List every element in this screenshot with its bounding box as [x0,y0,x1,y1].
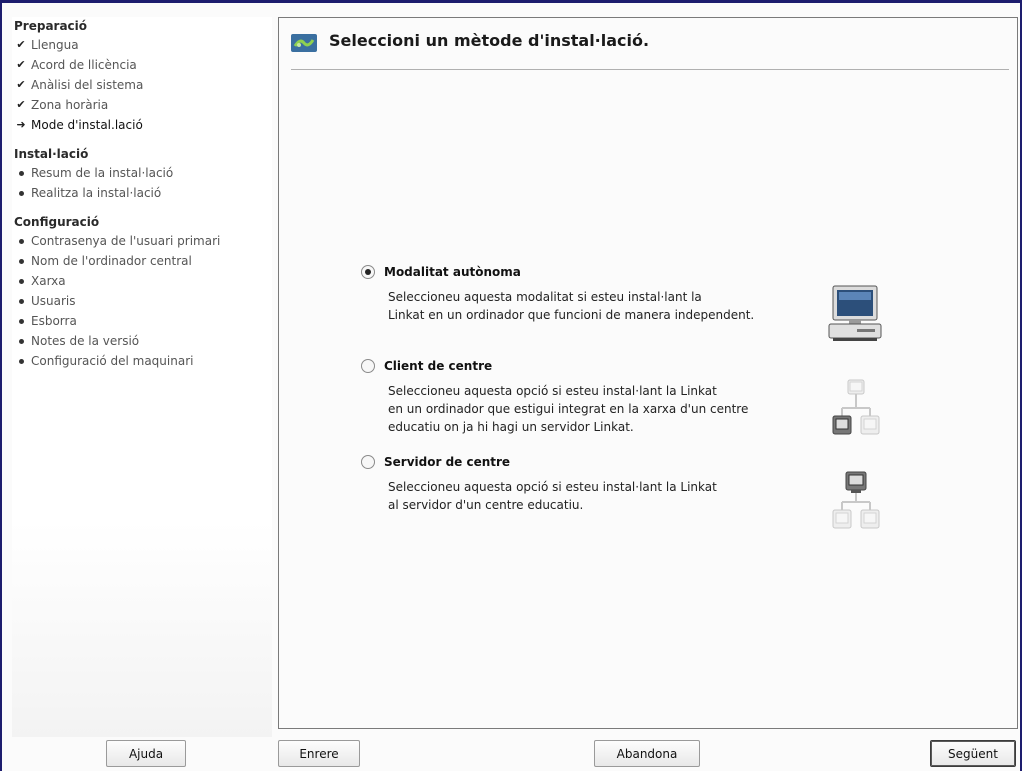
option-description: Seleccioneu aquesta modalitat si esteu i… [388,290,755,322]
option-label[interactable]: Client de centre [384,359,492,373]
step-label: Llengua [31,38,79,52]
step-label: Xarxa [31,274,66,288]
bullet-icon [18,338,24,344]
bullet-icon [18,190,24,196]
step-group-title: Preparació [14,19,88,33]
bullet-icon [18,258,24,264]
step-resum: Resum de la instal·lació [14,163,272,183]
step-usuaris: Usuaris [14,291,272,311]
next-button[interactable]: Següent [930,740,1016,767]
panel-header: Seleccioni un mètode d'instal·lació. [291,28,1009,68]
step-label: Realitza la instal·lació [31,186,162,200]
option-servidor[interactable]: Servidor de centre Seleccioneu aquesta o… [361,452,828,514]
radio-client[interactable] [361,359,375,373]
abort-button[interactable]: Abandona [594,740,700,767]
step-group-title: Configuració [14,215,100,229]
check-icon: ✔ [16,58,26,71]
step-label: Usuaris [31,294,76,308]
step-llicencia: ✔ Acord de llicència [14,55,272,75]
step-group-installacio: Instal·lació Resum de la instal·lació Re… [12,145,272,203]
step-realitza: Realitza la instal·lació [14,183,272,203]
step-label: Notes de la versió [31,334,140,348]
step-label: Configuració del maquinari [31,354,194,368]
radio-autonoma[interactable] [361,265,375,279]
step-maquinari: Configuració del maquinari [14,351,272,371]
step-label: Resum de la instal·lació [31,166,174,180]
option-autonoma[interactable]: Modalitat autònoma Seleccioneu aquesta m… [361,262,828,324]
step-mode-installacio: ➜ Mode d'instal.lació [14,115,272,135]
step-group-title: Instal·lació [14,147,89,161]
step-group-configuracio: Configuració Contrasenya de l'usuari pri… [12,213,272,371]
step-analisi: ✔ Anàlisi del sistema [14,75,272,95]
step-label: Mode d'instal.lació [31,118,143,132]
back-button[interactable]: Enrere [278,740,360,767]
step-zona-horaria: ✔ Zona horària [14,95,272,115]
step-nom-ordinador: Nom de l'ordinador central [14,251,272,271]
step-label: Contrasenya de l'usuari primari [31,234,221,248]
step-xarxa: Xarxa [14,271,272,291]
bullet-icon [18,318,24,324]
option-label[interactable]: Modalitat autònoma [384,265,521,279]
check-icon: ✔ [16,98,26,111]
radio-servidor[interactable] [361,455,375,469]
step-group-preparacio: Preparació ✔ Llengua ✔ Acord de llicència … [12,17,272,135]
bullet-icon [18,278,24,284]
option-description: Seleccioneu aquesta opció si esteu insta… [388,480,717,512]
step-esborra: Esborra [14,311,272,331]
header-divider [291,69,1009,70]
step-label: Esborra [31,314,77,328]
linkat-logo-icon [291,34,317,52]
step-llengua: ✔ Llengua [14,35,272,55]
network-server-icon [832,471,880,529]
main-panel: Seleccioni un mètode d'instal·lació. Mod… [278,17,1018,729]
arrow-right-icon: ➜ [16,118,26,131]
network-client-icon [832,379,880,435]
help-button[interactable]: Ajuda [106,740,186,767]
page-title: Seleccioni un mètode d'instal·lació. [329,31,650,50]
steps-sidebar: Preparació ✔ Llengua ✔ Acord de llicència … [12,17,272,737]
bullet-icon [18,298,24,304]
step-label: Zona horària [31,98,109,112]
installer-window: Preparació ✔ Llengua ✔ Acord de llicència … [0,0,1022,771]
option-client[interactable]: Client de centre Seleccioneu aquesta opc… [361,356,828,436]
option-description: Seleccioneu aquesta opció si esteu insta… [388,384,749,434]
step-contrasenya: Contrasenya de l'usuari primari [14,231,272,251]
option-label[interactable]: Servidor de centre [384,455,510,469]
bullet-icon [18,238,24,244]
step-label: Acord de llicència [31,58,137,72]
step-label: Nom de l'ordinador central [31,254,192,268]
desktop-computer-icon [828,285,882,341]
bullet-icon [18,358,24,364]
bullet-icon [18,170,24,176]
radio-dot [365,269,371,275]
step-notes: Notes de la versió [14,331,272,351]
check-icon: ✔ [16,38,26,51]
check-icon: ✔ [16,78,26,91]
step-label: Anàlisi del sistema [31,78,144,92]
